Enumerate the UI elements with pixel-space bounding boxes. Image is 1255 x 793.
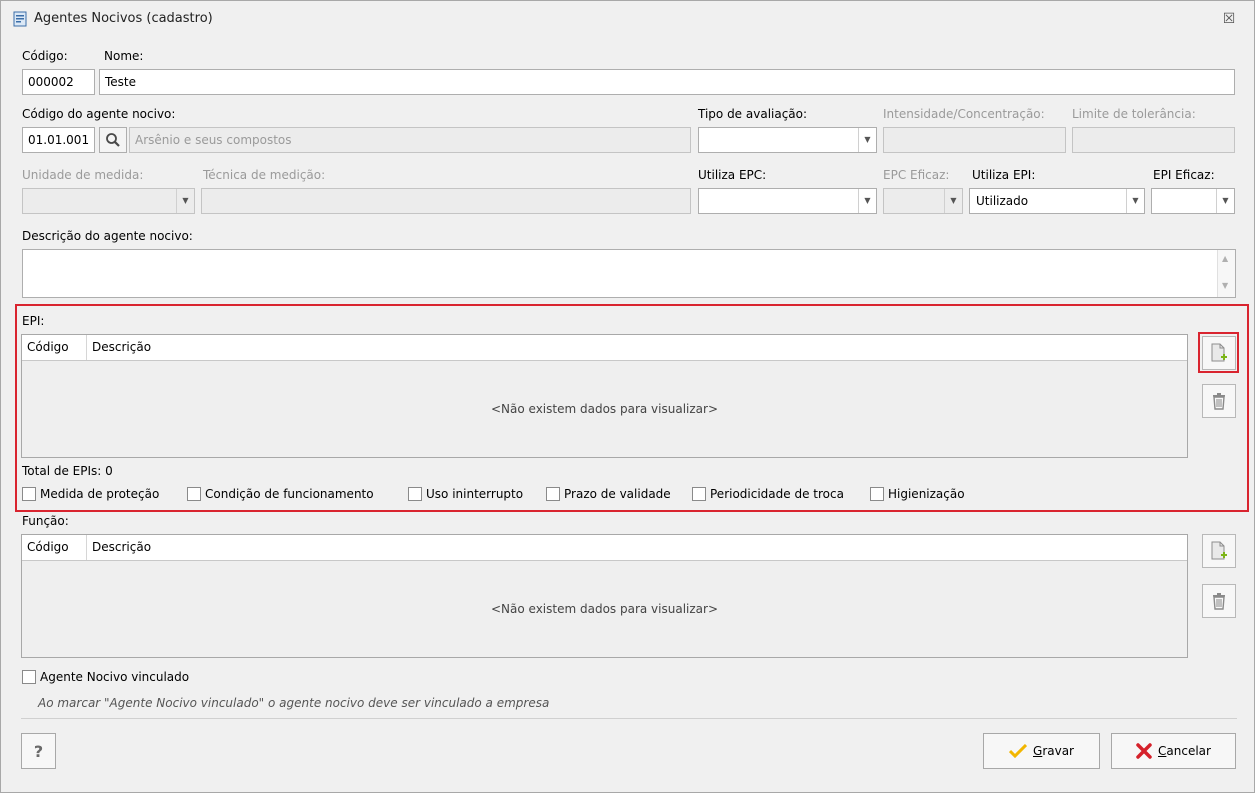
checkbox-box[interactable] bbox=[870, 487, 884, 501]
help-icon: ? bbox=[33, 741, 44, 761]
epi-grid-header: Código Descrição bbox=[22, 335, 1187, 361]
help-button[interactable]: ? bbox=[21, 733, 56, 769]
limite-label: Limite de tolerância: bbox=[1072, 107, 1196, 121]
funcao-grid-header: Código Descrição bbox=[22, 535, 1187, 561]
dialog-window: Agentes Nocivos (cadastro) ☒ Código: Nom… bbox=[0, 0, 1255, 793]
descricao-label: Descrição do agente nocivo: bbox=[22, 229, 193, 243]
limite-field bbox=[1072, 127, 1235, 153]
chk-label: Medida de proteção bbox=[40, 487, 160, 501]
footer-separator bbox=[21, 718, 1237, 719]
epi-total-text: Total de EPIs: 0 bbox=[22, 464, 113, 478]
codigo-field[interactable]: 000002 bbox=[22, 69, 95, 95]
trash-icon bbox=[1213, 393, 1225, 410]
checkbox-box[interactable] bbox=[408, 487, 422, 501]
intensidade-field bbox=[883, 127, 1066, 153]
chk-agente-vinculado[interactable]: Agente Nocivo vinculado bbox=[22, 669, 189, 685]
close-icon[interactable]: ☒ bbox=[1219, 9, 1239, 29]
window-title: Agentes Nocivos (cadastro) bbox=[34, 11, 213, 26]
agente-descricao-field: Arsênio e seus compostos bbox=[129, 127, 691, 153]
tipo-avaliacao-select[interactable]: ▼ bbox=[698, 127, 877, 153]
utiliza-epc-select[interactable]: ▼ bbox=[698, 188, 877, 214]
add-epi-button[interactable] bbox=[1202, 336, 1236, 370]
funcao-empty-message: <Não existem dados para visualizar> bbox=[490, 602, 718, 616]
chk-label: Periodicidade de troca bbox=[710, 487, 844, 501]
dropdown-arrow-icon[interactable]: ▼ bbox=[1216, 189, 1234, 213]
dropdown-arrow-icon: ▼ bbox=[176, 189, 194, 213]
utiliza-epi-label: Utiliza EPI: bbox=[972, 168, 1036, 182]
delete-epi-button[interactable] bbox=[1202, 384, 1236, 418]
unidade-label: Unidade de medida: bbox=[22, 168, 144, 182]
tipo-avaliacao-label: Tipo de avaliação: bbox=[698, 107, 808, 121]
utiliza-epi-value: Utilizado bbox=[976, 194, 1029, 208]
trash-icon bbox=[1213, 593, 1225, 610]
epi-grid[interactable]: Código Descrição <Não existem dados para… bbox=[21, 334, 1188, 458]
funcao-col-descricao[interactable]: Descrição bbox=[88, 535, 151, 560]
epi-eficaz-label: EPI Eficaz: bbox=[1153, 168, 1215, 182]
gravar-label: ravar bbox=[1042, 744, 1074, 758]
window-icon bbox=[13, 11, 27, 27]
delete-funcao-button[interactable] bbox=[1202, 584, 1236, 618]
add-funcao-button[interactable] bbox=[1202, 534, 1236, 568]
add-document-icon bbox=[1211, 343, 1227, 362]
epi-empty-message: <Não existem dados para visualizar> bbox=[490, 402, 718, 416]
vinculado-note: Ao marcar "Agente Nocivo vinculado" o ag… bbox=[38, 696, 550, 710]
funcao-col-codigo[interactable]: Código bbox=[22, 535, 87, 560]
dropdown-arrow-icon[interactable]: ▼ bbox=[858, 128, 876, 152]
agente-codigo-field[interactable]: 01.01.001 bbox=[22, 127, 95, 153]
title-bar: Agentes Nocivos (cadastro) ☒ bbox=[1, 1, 1254, 37]
chk-condicao-funcionamento[interactable]: Condição de funcionamento bbox=[187, 486, 374, 502]
epc-eficaz-label: EPC Eficaz: bbox=[883, 168, 950, 182]
funcao-grid[interactable]: Código Descrição <Não existem dados para… bbox=[21, 534, 1188, 658]
dropdown-arrow-icon[interactable]: ▼ bbox=[858, 189, 876, 213]
chk-prazo-validade[interactable]: Prazo de validade bbox=[546, 486, 671, 502]
chk-medida-protecao[interactable]: Medida de proteção bbox=[22, 486, 159, 502]
scroll-up-icon[interactable]: ▲ bbox=[1222, 254, 1228, 263]
utiliza-epc-label: Utiliza EPC: bbox=[698, 168, 767, 182]
tecnica-label: Técnica de medição: bbox=[203, 168, 326, 182]
chk-label: Prazo de validade bbox=[564, 487, 671, 501]
dropdown-arrow-icon: ▼ bbox=[944, 189, 962, 213]
dropdown-arrow-icon[interactable]: ▼ bbox=[1126, 189, 1144, 213]
epi-col-codigo[interactable]: Código bbox=[22, 335, 87, 360]
tecnica-field bbox=[201, 188, 691, 214]
chk-label: Agente Nocivo vinculado bbox=[40, 670, 190, 684]
chk-label: Uso ininterrupto bbox=[426, 487, 524, 501]
utiliza-epi-select[interactable]: Utilizado ▼ bbox=[969, 188, 1145, 214]
epi-col-descricao[interactable]: Descrição bbox=[88, 335, 151, 360]
intensidade-label: Intensidade/Concentração: bbox=[883, 107, 1045, 121]
cancel-x-icon bbox=[1136, 743, 1152, 759]
search-icon bbox=[106, 133, 120, 147]
memo-scrollbar[interactable]: ▲ ▼ bbox=[1217, 250, 1235, 297]
agente-codigo-label: Código do agente nocivo: bbox=[22, 107, 176, 121]
codigo-label: Código: bbox=[22, 49, 68, 63]
chk-periodicidade-troca[interactable]: Periodicidade de troca bbox=[692, 486, 844, 502]
checkbox-box[interactable] bbox=[22, 487, 36, 501]
funcao-label: Função: bbox=[22, 514, 69, 528]
cancelar-label: ancelar bbox=[1166, 744, 1211, 758]
unidade-select: ▼ bbox=[22, 188, 195, 214]
add-document-icon bbox=[1211, 541, 1227, 560]
chk-label: Condição de funcionamento bbox=[205, 487, 374, 501]
gravar-button[interactable]: Gravar bbox=[983, 733, 1100, 769]
epc-eficaz-select: ▼ bbox=[883, 188, 963, 214]
nome-label: Nome: bbox=[104, 49, 144, 63]
epi-label: EPI: bbox=[22, 314, 45, 328]
gravar-mnemonic: G bbox=[1033, 744, 1043, 758]
checkbox-box[interactable] bbox=[692, 487, 706, 501]
chk-uso-ininterrupto[interactable]: Uso ininterrupto bbox=[408, 486, 523, 502]
checkbox-box[interactable] bbox=[22, 670, 36, 684]
epi-eficaz-select[interactable]: ▼ bbox=[1151, 188, 1235, 214]
scroll-down-icon[interactable]: ▼ bbox=[1222, 281, 1228, 290]
agente-search-button[interactable] bbox=[99, 127, 127, 153]
chk-label: Higienização bbox=[888, 487, 965, 501]
nome-field[interactable]: Teste bbox=[99, 69, 1235, 95]
checkbox-box[interactable] bbox=[546, 487, 560, 501]
checkbox-box[interactable] bbox=[187, 487, 201, 501]
descricao-textarea[interactable]: ▲ ▼ bbox=[22, 249, 1236, 298]
cancelar-button[interactable]: Cancelar bbox=[1111, 733, 1236, 769]
chk-higienizacao[interactable]: Higienização bbox=[870, 486, 965, 502]
check-icon bbox=[1009, 744, 1027, 758]
cancelar-mnemonic: C bbox=[1158, 744, 1167, 758]
